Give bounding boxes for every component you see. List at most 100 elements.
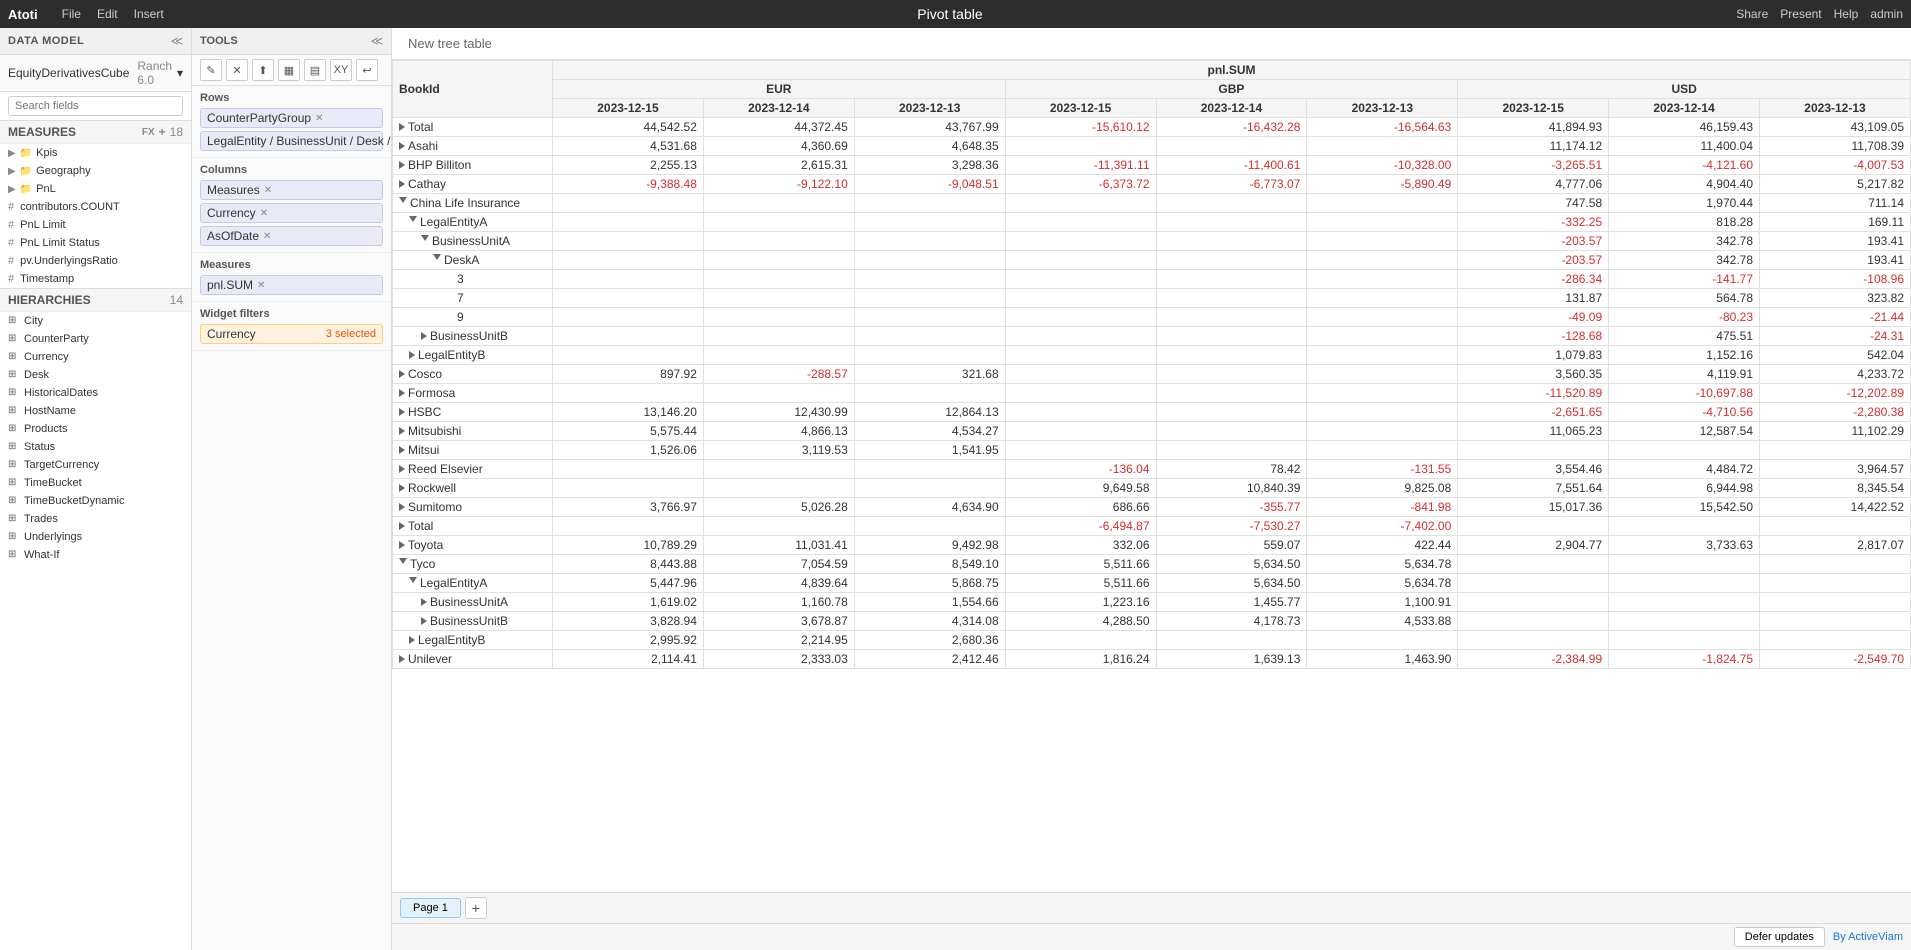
collapse-icon[interactable] (433, 254, 441, 264)
col-pill-measures[interactable]: Measures ✕ (200, 180, 383, 200)
help-button[interactable]: Help (1834, 7, 1859, 21)
expand-icon[interactable] (399, 655, 405, 663)
hierarchy-item-hostname[interactable]: ⊞ HostName (0, 402, 191, 420)
hierarchy-item-trades[interactable]: ⊞ Trades (0, 510, 191, 528)
measure-item-pv[interactable]: # pv.UnderlyingsRatio (0, 252, 191, 270)
expand-icon[interactable] (399, 161, 405, 169)
expand-icon[interactable] (399, 142, 405, 150)
close-icon[interactable]: ✕ (264, 185, 272, 196)
present-button[interactable]: Present (1780, 7, 1821, 21)
hierarchy-item-timebucketdynamic[interactable]: ⊞ TimeBucketDynamic (0, 492, 191, 510)
expand-icon[interactable] (399, 522, 405, 530)
add-measure-icon[interactable]: + (159, 125, 166, 139)
menu-file[interactable]: File (62, 7, 81, 21)
col-pill-asofdate[interactable]: AsOfDate ✕ (200, 226, 383, 246)
table-cell: 5,634.78 (1307, 574, 1458, 593)
toolbar-grid-btn[interactable]: ▦ (278, 59, 300, 81)
expand-icon[interactable] (399, 427, 405, 435)
expand-icon[interactable] (399, 446, 405, 454)
fx-icon[interactable]: fx (142, 127, 155, 138)
table-cell: -80.23 (1609, 308, 1760, 327)
measure-item-contributors[interactable]: # contributors.COUNT (0, 198, 191, 216)
hierarchy-item-currency[interactable]: ⊞ Currency (0, 348, 191, 366)
hierarchy-item-city[interactable]: ⊞ City (0, 312, 191, 330)
collapse-icon[interactable] (399, 197, 407, 207)
add-page-button[interactable]: + (465, 897, 487, 919)
measure-item-pnl-limit[interactable]: # PnL Limit (0, 216, 191, 234)
col-pill-currency[interactable]: Currency ✕ (200, 203, 383, 223)
hierarchy-icon: ⊞ (8, 495, 20, 507)
expand-icon[interactable] (399, 180, 405, 188)
page-tab-1[interactable]: Page 1 (400, 898, 461, 918)
toolbar-move-btn[interactable]: ⬆ (252, 59, 274, 81)
expand-icon[interactable] (399, 541, 405, 549)
table-cell: -332.25 (1458, 213, 1609, 232)
expand-icon[interactable] (421, 598, 427, 606)
hierarchy-item-timebucket[interactable]: ⊞ TimeBucket (0, 474, 191, 492)
pivot-content[interactable]: BookId pnl.SUM EUR GBP USD 2023-12-15 20… (392, 60, 1911, 892)
expand-icon[interactable] (421, 332, 427, 340)
tools-collapse-icon[interactable]: ≪ (370, 34, 383, 48)
collapse-icon[interactable] (409, 577, 417, 587)
measure-pill-pnlsum[interactable]: pnl.SUM ✕ (200, 275, 383, 295)
expand-icon[interactable] (399, 465, 405, 473)
toolbar-delete-btn[interactable]: ✕ (226, 59, 248, 81)
toolbar-xy-btn[interactable]: XY (330, 59, 352, 81)
search-input[interactable] (8, 96, 183, 116)
hierarchy-item-target-currency[interactable]: ⊞ TargetCurrency (0, 456, 191, 474)
table-cell: 8,345.54 (1760, 479, 1911, 498)
hierarchy-item-historical[interactable]: ⊞ HistoricalDates (0, 384, 191, 402)
table-cell: 5,511.66 (1005, 555, 1156, 574)
hierarchy-item-whatif[interactable]: ⊞ What-If (0, 546, 191, 564)
menu-edit[interactable]: Edit (97, 7, 118, 21)
close-icon[interactable]: ✕ (257, 280, 265, 291)
expand-icon[interactable] (399, 389, 405, 397)
hierarchy-item-desk[interactable]: ⊞ Desk (0, 366, 191, 384)
expand-icon[interactable] (399, 484, 405, 492)
row-label-text: Cathay (408, 177, 446, 191)
close-icon[interactable]: ✕ (315, 113, 323, 124)
table-cell: -21.44 (1760, 308, 1911, 327)
expand-icon[interactable] (399, 370, 405, 378)
close-icon[interactable]: ✕ (260, 208, 268, 219)
row-pill-counterparty[interactable]: CounterPartyGroup ✕ (200, 108, 383, 128)
share-button[interactable]: Share (1736, 7, 1768, 21)
hierarchy-item-underlyings[interactable]: ⊞ Underlyings (0, 528, 191, 546)
new-tree-label: New tree table (408, 36, 492, 51)
currency-filter-pill[interactable]: Currency 3 selected (200, 324, 383, 344)
toolbar-table-btn[interactable]: ▤ (304, 59, 326, 81)
table-cell: 3,560.35 (1458, 365, 1609, 384)
table-cell: 3,678.87 (703, 612, 854, 631)
table-cell: 475.51 (1609, 327, 1760, 346)
table-cell: 1,541.95 (854, 441, 1005, 460)
collapse-icon[interactable] (399, 558, 407, 568)
expand-icon[interactable] (409, 351, 415, 359)
collapse-icon[interactable] (421, 235, 429, 245)
collapse-icon[interactable] (409, 216, 417, 226)
hierarchy-item-products[interactable]: ⊞ Products (0, 420, 191, 438)
expand-icon[interactable] (399, 503, 405, 511)
toolbar-undo-btn[interactable]: ↩ (356, 59, 378, 81)
close-icon[interactable]: ✕ (263, 231, 271, 242)
measure-item-geography[interactable]: ▶ 📁 Geography (0, 162, 191, 180)
expand-icon[interactable] (399, 123, 405, 131)
measure-item-timestamp[interactable]: # Timestamp (0, 270, 191, 288)
expand-icon[interactable] (399, 408, 405, 416)
cube-selector[interactable]: EquityDerivativesCube Ranch 6.0 ▾ (0, 55, 191, 92)
hierarchy-item-status[interactable]: ⊞ Status (0, 438, 191, 456)
measure-item-pnl-limit-status[interactable]: # PnL Limit Status (0, 234, 191, 252)
hierarchy-item-counterparty[interactable]: ⊞ CounterParty (0, 330, 191, 348)
measure-item-pnl[interactable]: ▶ 📁 PnL (0, 180, 191, 198)
collapse-icon[interactable]: ≪ (170, 34, 183, 48)
toolbar-pencil-btn[interactable]: ✎ (200, 59, 222, 81)
expand-icon[interactable] (409, 636, 415, 644)
row-pill-legalentity[interactable]: LegalEntity / BusinessUnit / Desk / B...… (200, 131, 383, 151)
expand-icon[interactable] (421, 617, 427, 625)
table-cell: -4,121.60 (1609, 156, 1760, 175)
folder-icon: ▶ (8, 184, 16, 195)
defer-updates-button[interactable]: Defer updates (1734, 927, 1825, 947)
measure-item-kpis[interactable]: ▶ 📁 Kpis (0, 144, 191, 162)
table-cell (1458, 631, 1609, 650)
menu-insert[interactable]: Insert (134, 7, 164, 21)
admin-button[interactable]: admin (1870, 7, 1903, 21)
